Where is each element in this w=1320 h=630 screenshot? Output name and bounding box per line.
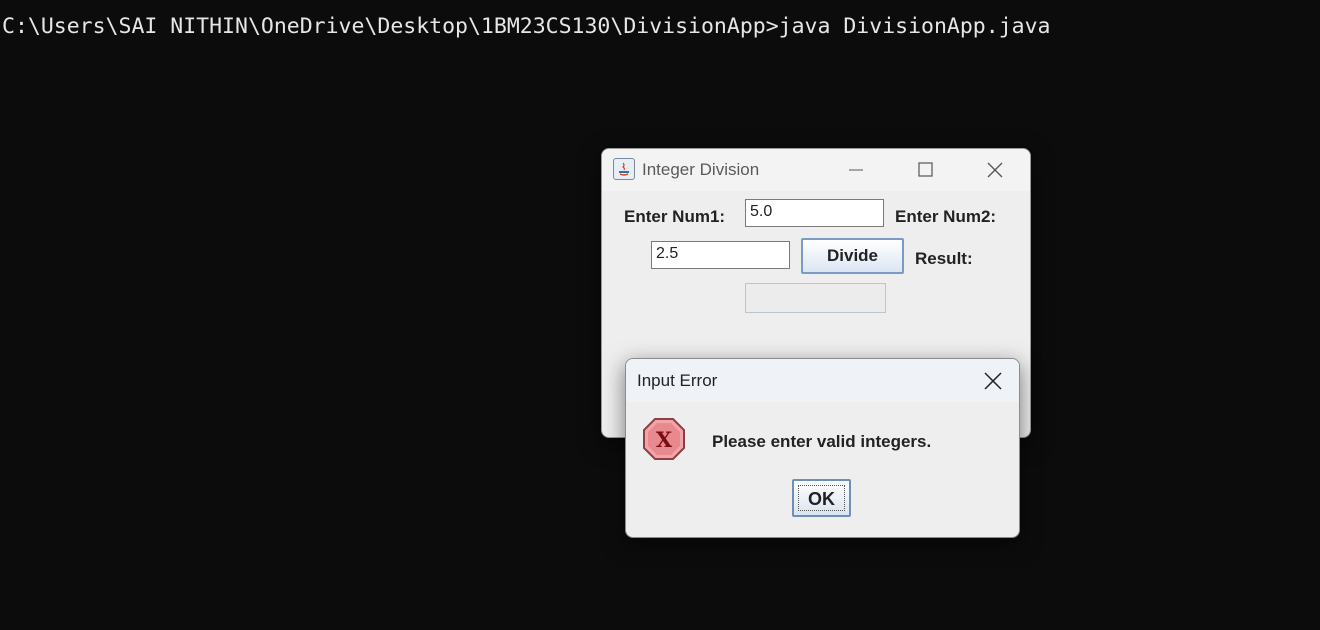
ok-button[interactable]: OK <box>792 479 851 517</box>
minimize-icon <box>849 169 863 171</box>
terminal-command-line: C:\Users\SAI NITHIN\OneDrive\Desktop\1BM… <box>2 14 1051 39</box>
num1-input[interactable]: 5.0 <box>745 199 884 227</box>
num1-label: Enter Num1: <box>624 207 726 226</box>
dialog-close-button[interactable] <box>981 369 1005 393</box>
num2-input[interactable]: 2.5 <box>651 241 790 269</box>
minimize-button[interactable] <box>833 155 879 185</box>
window-title: Integer Division <box>642 160 760 179</box>
close-icon <box>987 162 1003 178</box>
dialog-title: Input Error <box>637 371 718 390</box>
dialog-titlebar[interactable]: Input Error <box>626 359 1019 402</box>
close-icon <box>984 372 1002 390</box>
divide-button[interactable]: Divide <box>801 238 904 274</box>
result-label: Result: <box>915 249 973 268</box>
close-button[interactable] <box>972 155 1018 185</box>
dialog-message: Please enter valid integers. <box>712 432 932 451</box>
result-field <box>745 283 886 313</box>
svg-text:X: X <box>656 427 673 452</box>
ok-button-label: OK <box>798 485 845 511</box>
maximize-button[interactable] <box>902 155 948 185</box>
maximize-icon <box>918 162 933 177</box>
num2-label: Enter Num2: <box>895 207 997 226</box>
input-error-dialog: Input Error X Please enter valid integer… <box>625 358 1020 538</box>
window-titlebar[interactable]: Integer Division <box>602 149 1030 191</box>
java-icon <box>613 158 635 180</box>
error-icon: X <box>641 416 687 462</box>
